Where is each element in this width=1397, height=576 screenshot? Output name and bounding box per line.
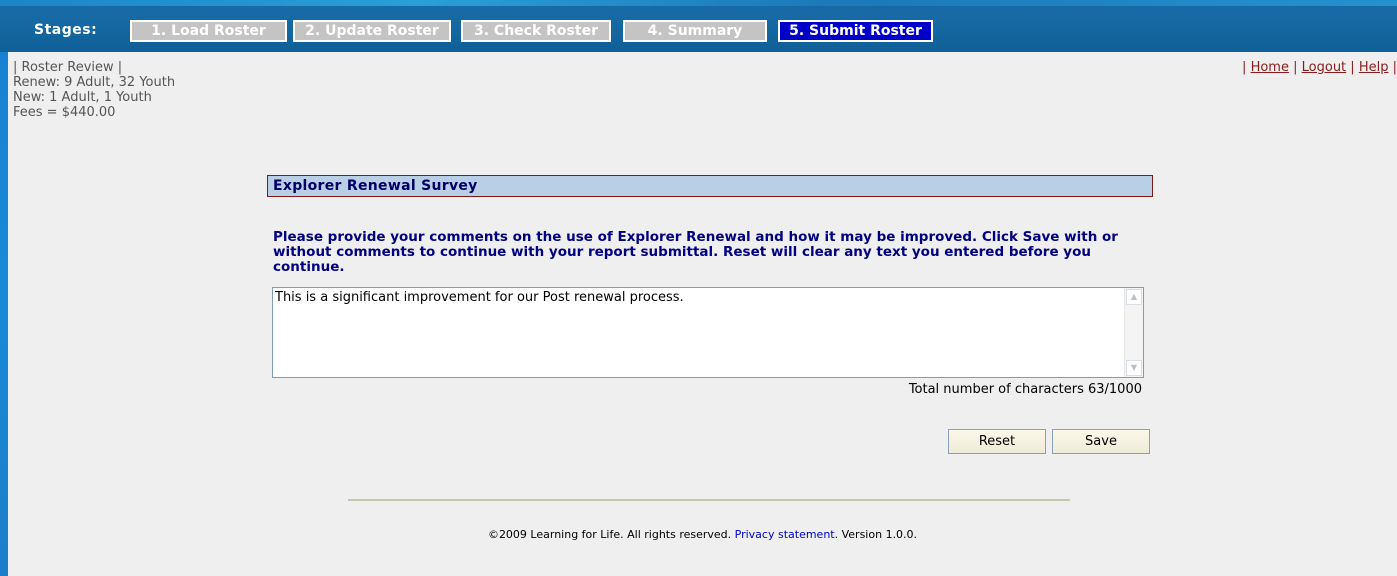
- survey-instructions: Please provide your comments on the use …: [273, 229, 1118, 275]
- footer: ©2009 Learning for Life. All rights rese…: [8, 528, 1397, 541]
- help-link[interactable]: Help: [1359, 60, 1389, 75]
- link-separator: |: [1392, 60, 1397, 75]
- new-count: New: 1 Adult, 1 Youth: [13, 90, 152, 105]
- logout-link[interactable]: Logout: [1302, 60, 1347, 75]
- link-separator: |: [1350, 60, 1355, 75]
- stage-check-roster[interactable]: 3. Check Roster: [461, 20, 611, 42]
- stages-label: Stages:: [34, 22, 98, 38]
- window-frame-left: [0, 0, 8, 576]
- roster-info: | Roster Review | Renew: 9 Adult, 32 You…: [13, 60, 175, 120]
- fees-total: Fees = $440.00: [13, 105, 116, 120]
- roster-review-label: | Roster Review |: [13, 60, 123, 75]
- save-button[interactable]: Save: [1052, 429, 1150, 454]
- reset-button[interactable]: Reset: [948, 429, 1046, 454]
- top-links: | Home | Logout | Help |: [1242, 60, 1397, 75]
- stage-load-roster[interactable]: 1. Load Roster: [130, 20, 287, 42]
- renew-count: Renew: 9 Adult, 32 Youth: [13, 75, 176, 90]
- stages-bar: Stages: 1. Load Roster 2. Update Roster …: [0, 0, 1397, 52]
- main-content: | Roster Review | Renew: 9 Adult, 32 You…: [8, 52, 1397, 576]
- textarea-scrollbar[interactable]: ▲ ▼: [1124, 288, 1143, 377]
- scroll-down-icon[interactable]: ▼: [1126, 360, 1142, 376]
- scroll-up-icon[interactable]: ▲: [1126, 289, 1142, 305]
- comment-text[interactable]: This is a significant improvement for ou…: [275, 290, 1121, 305]
- character-count: Total number of characters 63/1000: [908, 382, 1142, 397]
- copyright-text: ©2009 Learning for Life. All rights rese…: [487, 528, 732, 541]
- survey-title: Explorer Renewal Survey: [267, 175, 1153, 197]
- comment-textarea[interactable]: This is a significant improvement for ou…: [272, 287, 1144, 378]
- home-link[interactable]: Home: [1251, 60, 1289, 75]
- link-separator: |: [1293, 60, 1298, 75]
- privacy-link[interactable]: Privacy statement: [735, 528, 835, 541]
- stage-submit-roster[interactable]: 5. Submit Roster: [778, 20, 933, 42]
- link-separator: |: [1242, 60, 1247, 75]
- top-strip: [0, 0, 1397, 6]
- version-text: . Version 1.0.0.: [834, 528, 918, 541]
- stage-summary[interactable]: 4. Summary: [623, 20, 767, 42]
- stage-update-roster[interactable]: 2. Update Roster: [293, 20, 451, 42]
- footer-divider: [348, 499, 1070, 501]
